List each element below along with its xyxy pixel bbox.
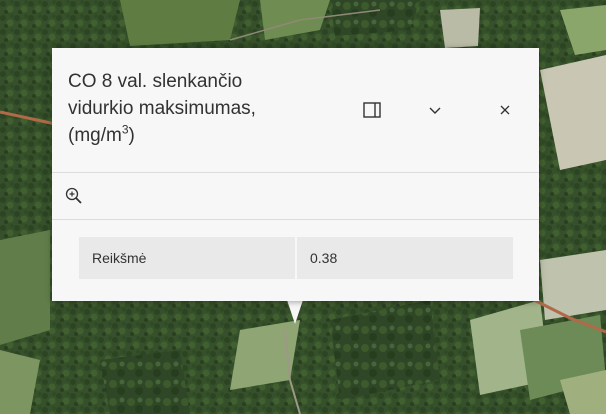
popup-title: CO 8 val. slenkančio vidurkio maksimumas… (68, 68, 328, 149)
popup-header: CO 8 val. slenkančio vidurkio maksimumas… (52, 48, 539, 172)
popup-title-line-2: vidurkio maksimumas, (68, 98, 256, 119)
collapse-button[interactable] (419, 94, 451, 126)
popup-toolbar (52, 173, 539, 219)
feature-popup: CO 8 val. slenkančio vidurkio maksimumas… (52, 48, 539, 301)
popup-pointer (287, 300, 303, 324)
zoom-to-icon (65, 187, 82, 204)
popup-title-line-1: CO 8 val. slenkančio (68, 71, 243, 92)
popup-title-line-3: (mg/m3) (68, 122, 135, 146)
table-row: Reikšmė 0.38 (79, 237, 513, 279)
toolbar-divider (52, 219, 539, 220)
close-button[interactable] (489, 94, 521, 126)
attribute-table: Reikšmė 0.38 (79, 237, 513, 279)
close-icon (500, 105, 510, 115)
dock-icon (363, 102, 381, 118)
dock-button[interactable] (356, 94, 388, 126)
chevron-down-icon (429, 107, 441, 114)
attribute-value: 0.38 (296, 237, 513, 279)
zoom-to-button[interactable] (62, 184, 86, 208)
attribute-name: Reikšmė (79, 237, 297, 279)
